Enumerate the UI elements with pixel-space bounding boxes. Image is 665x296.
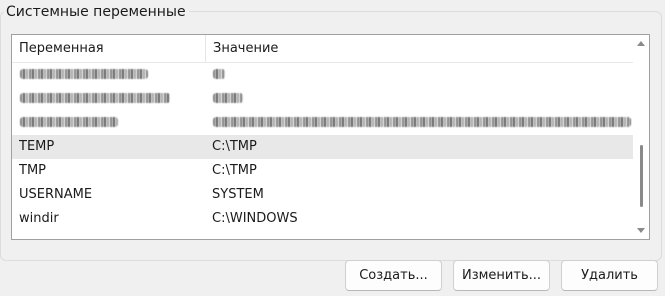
list-row-windir[interactable]: windir C:\WINDOWS <box>12 207 633 231</box>
list-row-redacted[interactable] <box>12 111 633 135</box>
list-row-username[interactable]: USERNAME SYSTEM <box>12 183 633 207</box>
edit-button[interactable]: Изменить... <box>453 260 550 291</box>
row-variable-value: C:\TMP <box>212 163 257 178</box>
delete-button[interactable]: Удалить <box>561 260 658 291</box>
list-header: Переменная Значение <box>12 35 633 63</box>
redacted-value <box>213 69 225 79</box>
redacted-value <box>213 117 631 127</box>
list-row-redacted[interactable] <box>12 63 633 87</box>
system-variables-panel: Системные переменные Переменная Значение… <box>0 0 665 296</box>
row-variable-name: windir <box>19 211 59 226</box>
vertical-scrollbar[interactable] <box>633 35 649 239</box>
chevron-down-icon[interactable] <box>637 228 645 233</box>
row-variable-name: USERNAME <box>19 187 93 202</box>
row-variable-value: C:\TMP <box>212 139 257 154</box>
redacted-name <box>20 93 170 103</box>
list-body: TEMP C:\TMP TMP C:\TMP USERNAME SYSTEM w… <box>12 63 633 239</box>
column-header-variable[interactable]: Переменная <box>12 35 206 62</box>
list-row-temp[interactable]: TEMP C:\TMP <box>12 135 633 159</box>
row-variable-value: SYSTEM <box>212 187 264 202</box>
create-button[interactable]: Создать... <box>345 260 442 291</box>
row-variable-name: TEMP <box>19 139 55 154</box>
system-variables-list[interactable]: Переменная Значение TEMP C:\TMP TMP C:\T… <box>11 34 650 240</box>
redacted-name <box>20 117 118 127</box>
row-variable-name: TMP <box>19 163 46 178</box>
group-title: Системные переменные <box>4 2 189 22</box>
list-row-redacted[interactable] <box>12 87 633 111</box>
list-row-tmp[interactable]: TMP C:\TMP <box>12 159 633 183</box>
redacted-value <box>213 93 243 103</box>
row-variable-value: C:\WINDOWS <box>212 211 298 226</box>
chevron-up-icon[interactable] <box>637 41 645 46</box>
scrollbar-thumb[interactable] <box>640 145 643 207</box>
column-header-value[interactable]: Значение <box>206 35 633 62</box>
redacted-name <box>20 69 148 79</box>
